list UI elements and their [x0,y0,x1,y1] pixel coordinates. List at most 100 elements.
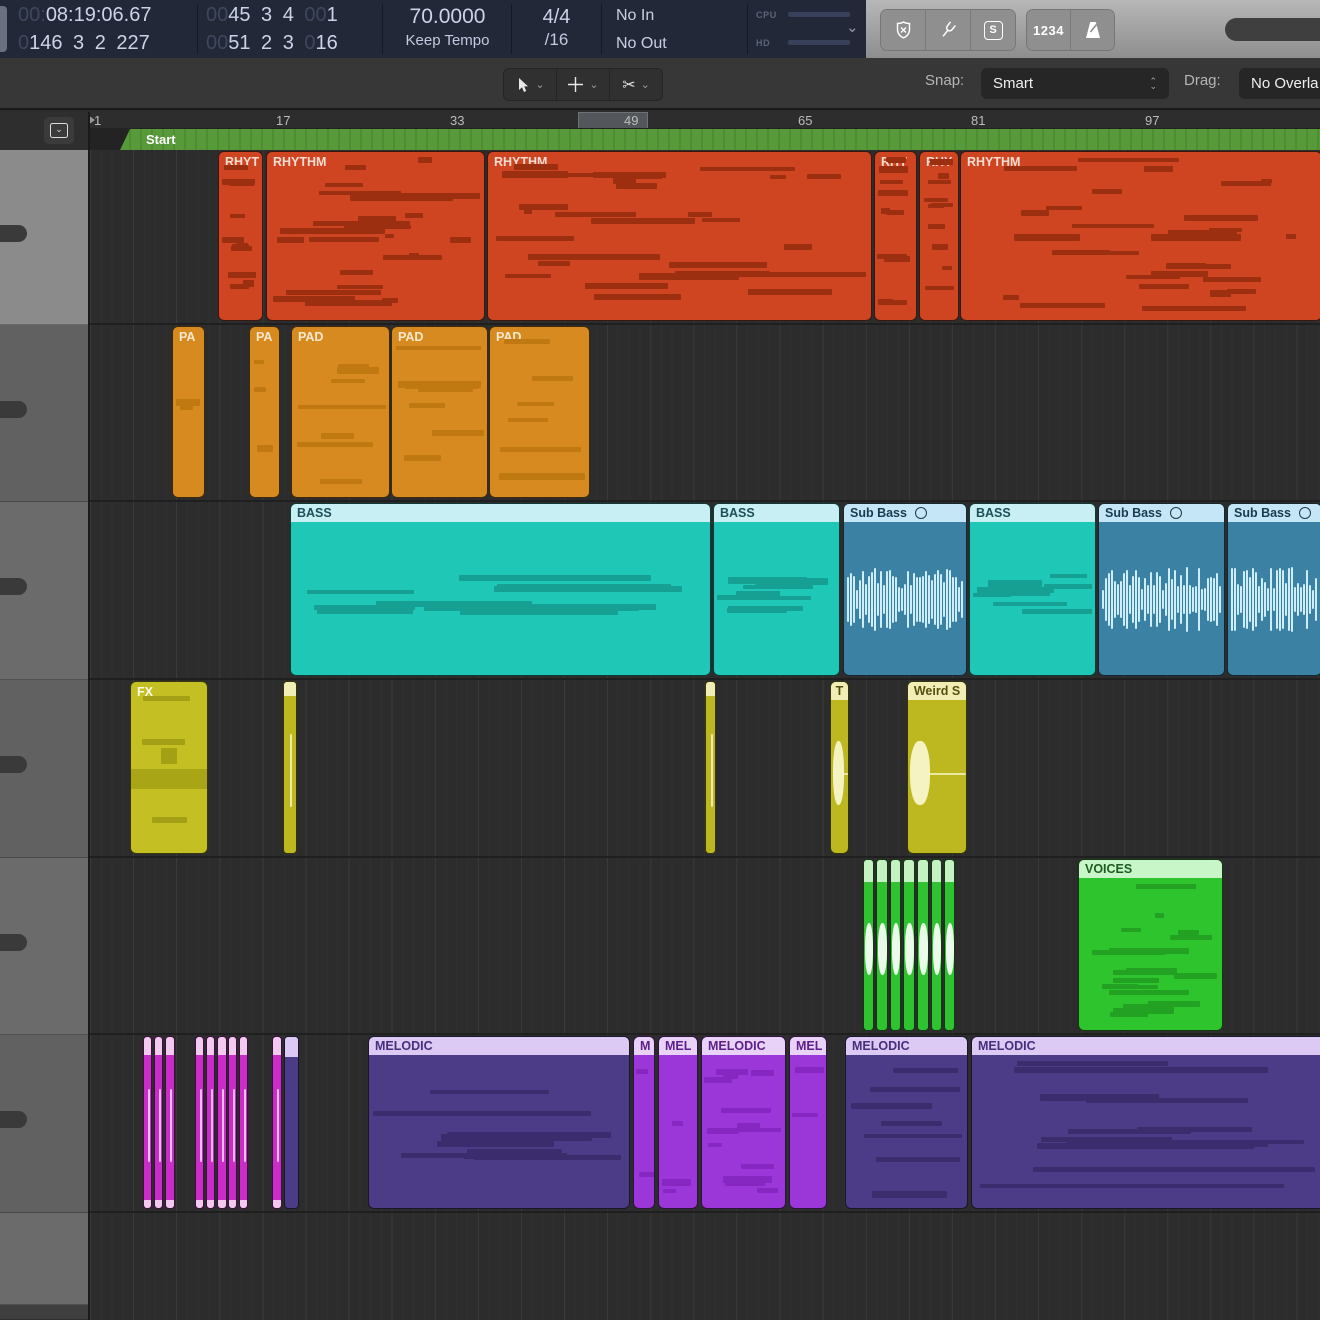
position-display[interactable]: 00:08:19:06.670146 3 2 227 [18,1,151,57]
audio-region[interactable] [890,859,901,1031]
region-melodic[interactable]: MELODIC [701,1036,786,1209]
lcd-segment: 08:19:06.67 [46,4,152,26]
region-t[interactable]: TT [830,681,849,854]
track-control-pill[interactable] [0,756,27,773]
snap-dropdown[interactable]: Smart ⌃⌄ [981,68,1169,99]
region-rhy[interactable]: RHY [874,151,917,321]
region-voices[interactable]: VOICES [1078,859,1223,1031]
locators-display[interactable]: 0045 3 4 0010051 2 3 016 [206,1,338,57]
audio-region[interactable] [705,681,716,854]
region-rhyt[interactable]: RHYT [218,151,263,321]
region-pa[interactable]: PA [172,326,205,498]
track-header-pad[interactable] [0,325,88,502]
audio-region[interactable] [272,1036,282,1209]
left-click-tool-menu[interactable]: ⌄ [504,69,557,100]
track-header-melodic[interactable] [0,1035,88,1213]
tempo-display[interactable]: 70.0000 Keep Tempo [385,1,510,56]
midi-out[interactable]: No Out [616,29,667,57]
region-bass[interactable]: BASS [713,503,840,676]
signature-display[interactable]: 4/4 /16 [512,1,601,56]
audio-region[interactable] [931,859,942,1031]
audio-region[interactable] [283,681,297,854]
region-melodic[interactable]: MELODIC [368,1036,630,1209]
track-lane-rhythm[interactable]: RHYTRHYTHMRHYTHMRHYRHYRHYTHM [90,150,1320,325]
audio-region[interactable] [195,1036,204,1209]
command-click-tool-menu[interactable]: ⌄ [557,69,610,100]
division[interactable]: /16 [512,30,601,56]
drag-dropdown[interactable]: No Overla [1239,68,1320,99]
track-header-bass[interactable] [0,502,88,680]
track-control-pill[interactable] [0,934,27,951]
track-header-rhythm[interactable] [0,150,88,325]
region-rhy[interactable]: RHY [919,151,959,321]
track-control-pill[interactable] [0,401,27,418]
track-lane-voices[interactable]: VOICES [90,858,1320,1035]
tuner-button[interactable] [926,10,971,50]
audio-region[interactable] [154,1036,163,1209]
region-rhythm[interactable]: RHYTHM [266,151,485,321]
region-sub-bass[interactable]: Sub Bass [843,503,967,676]
track-lane-fx[interactable]: FX TT Weird SWeird S [90,680,1320,858]
track-header-list-end[interactable] [0,1305,88,1320]
track-lane-bass[interactable]: BASSBASSSub BassBASSSub BassSub Bass [90,502,1320,680]
audio-region[interactable] [165,1036,175,1209]
audio-region[interactable] [228,1036,237,1209]
region-weird-s[interactable]: Weird SWeird S [907,681,967,854]
audio-region[interactable] [217,1036,227,1209]
chevron-down-icon[interactable]: ⌄ [846,18,859,36]
audio-region[interactable] [944,859,955,1031]
audio-region[interactable] [206,1036,215,1209]
waveform-bar [1240,586,1242,612]
region-bass[interactable]: BASS [969,503,1096,676]
arrangement-marker-start[interactable]: Start [120,129,1320,150]
track-control-pill[interactable] [0,578,27,595]
region-melodic[interactable]: MELODIC [971,1036,1320,1209]
region-fx[interactable]: FX [130,681,208,854]
track-control-pill[interactable] [0,225,27,242]
master-volume-slider[interactable] [1225,18,1320,41]
region-label: BASS [297,506,332,520]
track-lane-pad[interactable]: PAPAPADPADPAD [90,325,1320,502]
audio-region[interactable] [863,859,874,1031]
audio-region[interactable] [917,859,929,1031]
region-sub-bass[interactable]: Sub Bass [1227,503,1320,676]
region-mel[interactable]: MEL [658,1036,698,1209]
track-control-pill[interactable] [0,1111,27,1128]
audio-region[interactable] [143,1036,152,1209]
audio-region[interactable] [284,1036,299,1209]
tuner-off-button[interactable] [881,10,926,50]
region-mel[interactable]: MEL [789,1036,827,1209]
third-tool-menu[interactable]: ✂ ⌄ [610,69,662,100]
track-header-options-button[interactable]: ⌄ [44,117,74,144]
track-header-fx[interactable] [0,680,88,858]
track-lane-melodic[interactable]: MELODICMMELMELODICMELMELODICMELODIC [90,1035,1320,1213]
tempo-value[interactable]: 70.0000 [385,1,510,30]
audio-region[interactable] [239,1036,248,1209]
transport-edge-control[interactable] [0,6,7,52]
region-sub-bass[interactable]: Sub Bass [1098,503,1225,676]
region-pa[interactable]: PA [249,326,280,498]
audio-region[interactable] [903,859,915,1031]
midi-in[interactable]: No In [616,1,667,29]
io-display[interactable]: No In No Out [616,1,667,57]
track-header-empty-below[interactable] [0,1213,88,1305]
region-rhythm[interactable]: RHYTHM [960,151,1320,321]
midi-note [928,180,951,184]
region-bass[interactable]: BASS [290,503,711,676]
solo-button[interactable]: S [971,10,1015,50]
region-melodic[interactable]: MELODIC [845,1036,968,1209]
region-rhythm[interactable]: RHYTHM [487,151,872,321]
bar-ruler[interactable]: 1173349658197113 Start [0,112,1320,150]
region-pad[interactable]: PAD [489,326,590,498]
region-pad[interactable]: PAD [291,326,390,498]
region-header [904,860,914,882]
region-pad[interactable]: PAD [391,326,488,498]
time-signature[interactable]: 4/4 [512,1,601,30]
count-in-button[interactable]: 1234 [1027,10,1071,50]
region-m[interactable]: M [633,1036,655,1209]
tempo-mode[interactable]: Keep Tempo [385,30,510,56]
metronome-button[interactable] [1071,10,1114,50]
audio-region[interactable] [876,859,888,1031]
region-label: Sub Bass [850,506,907,520]
track-header-voices[interactable] [0,858,88,1035]
